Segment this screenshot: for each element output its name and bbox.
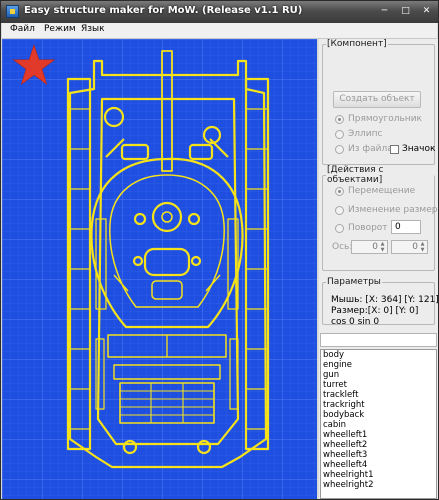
list-item[interactable]: wheelleft3 <box>321 450 436 460</box>
list-item[interactable]: cabin <box>321 420 436 430</box>
maximize-button[interactable]: □ <box>399 6 412 17</box>
actions-group: [Действия с объектами] <box>322 165 435 271</box>
minimize-button[interactable]: ─ <box>378 6 391 17</box>
list-item[interactable]: gun <box>321 370 436 380</box>
list-item[interactable]: wheelright2 <box>321 480 436 490</box>
shape-rectangle-radio[interactable] <box>335 115 344 124</box>
action-move-label: Перемещение <box>348 186 416 196</box>
action-rotate-label: Поворот <box>348 223 388 233</box>
list-item[interactable]: body <box>321 350 436 360</box>
shape-ellipse-label: Эллипс <box>348 129 383 139</box>
app-window: Easy structure maker for MoW. (Release v… <box>0 0 439 500</box>
spin-down-icon[interactable]: ▼ <box>379 248 386 253</box>
list-item[interactable]: wheelright1 <box>321 470 436 480</box>
menu-mode[interactable]: Режим <box>42 24 78 34</box>
create-object-button[interactable]: Создать объект <box>333 91 421 108</box>
shape-from-file-label: Из файла <box>348 144 393 154</box>
axis-x-value: 0 <box>372 242 378 252</box>
window-title: Easy structure maker for MoW. (Release v… <box>24 5 303 16</box>
action-resize-radio[interactable] <box>335 206 344 215</box>
menu-bar: Файл Режим Язык <box>2 23 437 39</box>
spin-down-icon[interactable]: ▼ <box>419 248 426 253</box>
size-readout: Размер:[X: 0] [Y: 0] <box>331 306 419 316</box>
action-resize-label: Изменение размер <box>348 205 438 215</box>
shape-rectangle-label: Прямоугольник <box>348 114 422 124</box>
list-item[interactable]: wheelleft4 <box>321 460 436 470</box>
icon-checkbox[interactable] <box>390 145 399 154</box>
menu-language[interactable]: Язык <box>79 24 107 34</box>
close-button[interactable]: ✕ <box>420 6 433 17</box>
parameters-group-legend: Параметры <box>327 277 381 287</box>
component-group-legend: [Компонент] <box>327 39 387 49</box>
rotation-input[interactable]: 0 <box>391 220 421 234</box>
action-rotate-radio[interactable] <box>335 224 344 233</box>
editor-canvas[interactable] <box>2 39 317 499</box>
trig-readout: cos 0 sin 0 <box>331 317 380 327</box>
app-icon <box>6 5 19 18</box>
mouse-coords-readout: Мышь: [X: 364] [Y: 121] <box>331 295 439 305</box>
right-panel: [Компонент] Создать объект Прямоугольник… <box>319 39 439 499</box>
shape-from-file-radio[interactable] <box>335 145 344 154</box>
axis-x-spinner[interactable]: 0 ▲ ▼ <box>351 240 388 254</box>
list-item[interactable]: trackleft <box>321 390 436 400</box>
axis-label: Ось: <box>332 242 353 252</box>
list-item[interactable]: trackright <box>321 400 436 410</box>
icon-checkbox-label: Значок <box>402 144 436 154</box>
list-item[interactable]: bodyback <box>321 410 436 420</box>
object-search-input[interactable] <box>320 333 437 347</box>
axis-y-spinner[interactable]: 0 ▲ ▼ <box>391 240 428 254</box>
list-item[interactable]: wheelleft2 <box>321 440 436 450</box>
title-bar[interactable]: Easy structure maker for MoW. (Release v… <box>1 1 438 23</box>
list-item[interactable]: turret <box>321 380 436 390</box>
axis-y-value: 0 <box>412 242 418 252</box>
actions-group-legend: [Действия с объектами] <box>327 165 384 185</box>
list-item[interactable]: engine <box>321 360 436 370</box>
menu-file[interactable]: Файл <box>8 24 37 34</box>
action-move-radio[interactable] <box>335 187 344 196</box>
blueprint-drawing <box>2 39 317 499</box>
object-list[interactable]: body engine gun turret trackleft trackri… <box>320 349 437 499</box>
shape-ellipse-radio[interactable] <box>335 130 344 139</box>
list-item[interactable]: wheelleft1 <box>321 430 436 440</box>
